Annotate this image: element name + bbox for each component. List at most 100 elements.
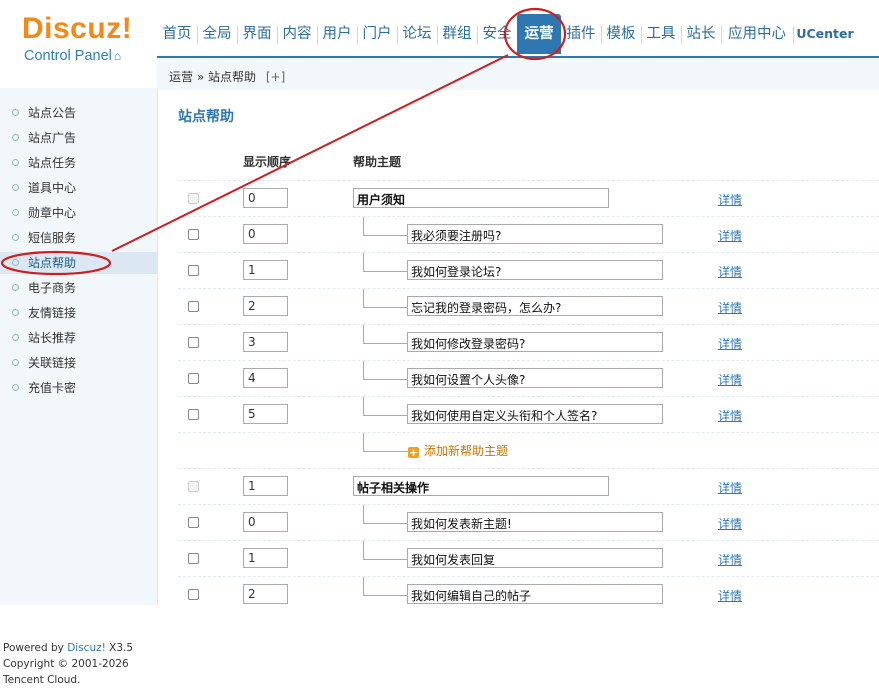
- nav-item-5[interactable]: 门户: [357, 14, 397, 54]
- detail-link[interactable]: 详情: [718, 587, 742, 604]
- topic-title-input[interactable]: 我必须要注册吗?: [407, 224, 663, 244]
- display-order-input[interactable]: 4: [243, 368, 288, 388]
- detail-link[interactable]: 详情: [718, 551, 742, 568]
- bullet-icon: [12, 159, 19, 166]
- nav-item-12[interactable]: 工具: [641, 14, 681, 54]
- topic-title-input[interactable]: 我如何登录论坛?: [407, 260, 663, 280]
- sidebar-item-label: 站点公告: [28, 106, 77, 120]
- display-order-input[interactable]: 3: [243, 332, 288, 352]
- sidebar-footer: Powered by Discuz! X3.5 Copyright © 2001…: [3, 640, 133, 688]
- topic-title-input[interactable]: 我如何设置个人头像?: [407, 368, 663, 388]
- add-help-topic-link[interactable]: + 添加新帮助主题: [408, 442, 508, 459]
- display-order-input[interactable]: 1: [243, 476, 288, 496]
- topic-row: 4 我如何设置个人头像? 详情: [178, 360, 879, 397]
- topic-title-input[interactable]: 忘记我的登录密码，怎么办?: [407, 296, 663, 316]
- nav-item-8[interactable]: 安全: [477, 14, 517, 54]
- powered-prefix: Powered by: [3, 642, 68, 654]
- column-header-topic: 帮助主题: [353, 155, 402, 169]
- display-order-input[interactable]: 5: [243, 404, 288, 424]
- topic-title-input[interactable]: 我如何使用自定义头衔和个人签名?: [407, 404, 663, 424]
- topic-row: 1 我如何发表回复 详情: [178, 540, 879, 577]
- row-checkbox[interactable]: [188, 337, 199, 348]
- sidebar-item-11[interactable]: 充值卡密: [0, 377, 157, 399]
- detail-link[interactable]: 详情: [718, 371, 742, 388]
- display-order-input[interactable]: 1: [243, 548, 288, 568]
- discuz-logo[interactable]: Discuz! Control Panel ⌂: [20, 10, 140, 70]
- nav-item-2[interactable]: 界面: [237, 14, 277, 54]
- powered-by: Powered by Discuz! X3.5: [3, 640, 133, 656]
- sidebar-item-3[interactable]: 道具中心: [0, 177, 157, 199]
- breadcrumb-parent[interactable]: 运营: [169, 70, 193, 84]
- nav-item-6[interactable]: 论坛: [397, 14, 437, 54]
- sidebar-item-2[interactable]: 站点任务: [0, 152, 157, 174]
- display-order-input[interactable]: 0: [243, 224, 288, 244]
- add-topic-row: + 添加新帮助主题: [178, 432, 879, 469]
- detail-link[interactable]: 详情: [718, 407, 742, 424]
- detail-link[interactable]: 详情: [718, 479, 742, 496]
- row-checkbox[interactable]: [188, 517, 199, 528]
- topic-title-input[interactable]: 我如何修改登录密码?: [407, 332, 663, 352]
- sidebar-item-label: 友情链接: [28, 306, 77, 320]
- nav-item-7[interactable]: 群组: [437, 14, 477, 54]
- display-order-input[interactable]: 2: [243, 296, 288, 316]
- breadcrumb: 运营 » 站点帮助 [+]: [169, 68, 285, 85]
- display-order-input[interactable]: 0: [243, 512, 288, 532]
- tree-branch: [363, 325, 408, 344]
- nav-item-9[interactable]: 运营: [517, 14, 561, 54]
- tree-branch: [363, 505, 408, 524]
- nav-item-13[interactable]: 站长: [681, 14, 721, 54]
- row-checkbox[interactable]: [188, 589, 199, 600]
- main-nav: 首页 全局 界面 内容 用户 门户 论坛 群组 安全 运营 插件 模板 工具 站长 应用中心 UCenter: [157, 14, 879, 54]
- sidebar-item-5[interactable]: 短信服务: [0, 227, 157, 249]
- nav-item-10[interactable]: 插件: [561, 14, 601, 54]
- detail-link[interactable]: 详情: [718, 263, 742, 280]
- add-help-topic-label: 添加新帮助主题: [424, 444, 509, 458]
- sidebar-item-6[interactable]: 站点帮助: [0, 252, 157, 274]
- add-shortcut-button[interactable]: [+]: [266, 70, 285, 84]
- row-checkbox[interactable]: [188, 373, 199, 384]
- sidebar-item-7[interactable]: 电子商务: [0, 277, 157, 299]
- nav-item-14[interactable]: 应用中心: [721, 14, 793, 54]
- display-order-input[interactable]: 0: [243, 188, 288, 208]
- detail-link[interactable]: 详情: [718, 227, 742, 244]
- logo-subtitle: Control Panel ⌂: [24, 47, 121, 65]
- topic-title-input[interactable]: 我如何发表回复: [407, 548, 663, 568]
- tree-branch: [363, 289, 408, 308]
- row-checkbox[interactable]: [188, 229, 199, 240]
- tree-branch: [363, 433, 408, 452]
- tree-branch: [363, 577, 408, 596]
- nav-item-4[interactable]: 用户: [317, 14, 357, 54]
- topic-row: 2 我如何编辑自己的帖子 详情: [178, 576, 879, 613]
- sidebar-item-4[interactable]: 勋章中心: [0, 202, 157, 224]
- sidebar-item-8[interactable]: 友情链接: [0, 302, 157, 324]
- category-title-input[interactable]: 帖子相关操作: [353, 476, 609, 496]
- detail-link[interactable]: 详情: [718, 299, 742, 316]
- powered-brand-link[interactable]: Discuz!: [67, 642, 106, 654]
- row-checkbox[interactable]: [188, 409, 199, 420]
- row-checkbox[interactable]: [188, 265, 199, 276]
- nav-item-1[interactable]: 全局: [197, 14, 237, 54]
- detail-link[interactable]: 详情: [718, 515, 742, 532]
- display-order-input[interactable]: 1: [243, 260, 288, 280]
- bullet-icon: [12, 284, 19, 291]
- logo-brand: Discuz!: [22, 12, 133, 45]
- nav-item-0[interactable]: 首页: [157, 14, 197, 54]
- bullet-icon: [12, 334, 19, 341]
- sidebar-item-1[interactable]: 站点广告: [0, 127, 157, 149]
- topic-title-input[interactable]: 我如何发表新主题!: [407, 512, 663, 532]
- topic-title-input[interactable]: 我如何编辑自己的帖子: [407, 584, 663, 604]
- topic-row: 0 我如何发表新主题! 详情: [178, 504, 879, 541]
- row-checkbox[interactable]: [188, 301, 199, 312]
- display-order-input[interactable]: 2: [243, 584, 288, 604]
- nav-item-3[interactable]: 内容: [277, 14, 317, 54]
- sidebar-item-0[interactable]: 站点公告: [0, 102, 157, 124]
- category-title-input[interactable]: 用户须知: [353, 188, 609, 208]
- detail-link[interactable]: 详情: [718, 335, 742, 352]
- bullet-icon: [12, 259, 19, 266]
- nav-item-11[interactable]: 模板: [601, 14, 641, 54]
- sidebar-item-10[interactable]: 关联链接: [0, 352, 157, 374]
- sidebar-item-9[interactable]: 站长推荐: [0, 327, 157, 349]
- row-checkbox[interactable]: [188, 553, 199, 564]
- nav-item-15[interactable]: UCenter: [793, 14, 857, 54]
- detail-link[interactable]: 详情: [718, 191, 742, 208]
